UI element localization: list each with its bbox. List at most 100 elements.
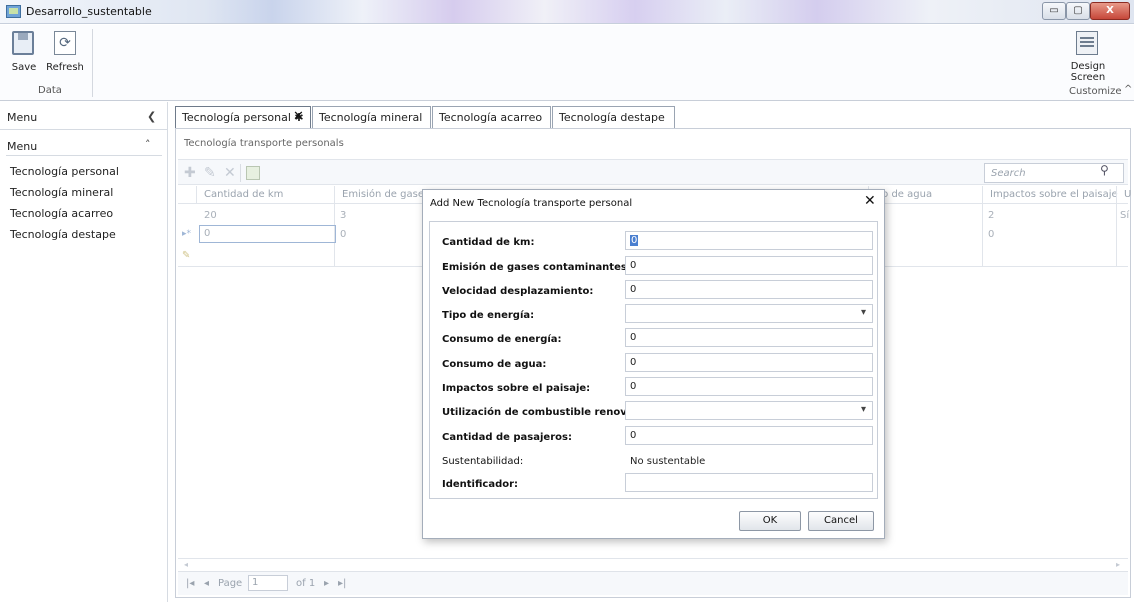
- window-title: Desarrollo_sustentable: [26, 5, 152, 18]
- field-label: Consumo de agua:: [442, 359, 547, 370]
- sidebar-item-label: Tecnología acarreo: [10, 207, 114, 220]
- chevron-left-icon[interactable]: ❮: [147, 110, 156, 123]
- close-icon[interactable]: ✕: [293, 109, 304, 124]
- page-number-input[interactable]: 1: [248, 575, 288, 591]
- sidebar-item-label: Tecnología destape: [10, 228, 116, 241]
- sidebar-item-tecnologia-destape[interactable]: Tecnología destape: [8, 225, 158, 245]
- new-row-indicator-icon: ▸*: [182, 229, 192, 239]
- ribbon-divider: [92, 29, 93, 97]
- design-label-line1: Design: [1070, 61, 1106, 72]
- field-label: Emisión de gases contaminantes:: [442, 262, 631, 273]
- velocidad-input[interactable]: 0: [625, 280, 873, 299]
- column-header-impactos[interactable]: Impactos sobre el paisaje: [982, 186, 1118, 204]
- consumo-agua-input[interactable]: 0: [625, 353, 873, 372]
- pager: |◂ ◂ Page 1 of 1 ▸ ▸|: [178, 571, 1128, 595]
- form-row-consumo-energia: Consumo de energía: 0: [442, 328, 873, 350]
- cell-value: 0: [204, 228, 211, 239]
- cancel-button[interactable]: Cancel: [808, 511, 874, 531]
- save-button[interactable]: Save: [4, 29, 44, 79]
- sidebar-item-tecnologia-mineral[interactable]: Tecnología mineral: [8, 183, 158, 203]
- horizontal-scrollbar[interactable]: ◂ ▸: [178, 558, 1128, 570]
- form-row-impactos-paisaje: Impactos sobre el paisaje: 0: [442, 377, 873, 399]
- tipo-energia-select[interactable]: [625, 304, 873, 323]
- last-page-icon[interactable]: ▸|: [338, 578, 346, 589]
- field-label: Cantidad de km:: [442, 237, 535, 248]
- add-icon[interactable]: ✚: [184, 165, 196, 181]
- ribbon-collapse-icon[interactable]: ^: [1124, 84, 1132, 95]
- tab-tecnologia-acarreo[interactable]: Tecnología acarreo: [432, 106, 551, 128]
- table-cell[interactable]: 20: [204, 210, 217, 221]
- sidebar: Menu ❮ Menu ˄ Tecnología personal Tecnol…: [0, 102, 168, 602]
- cantidad-pasajeros-input[interactable]: 0: [625, 426, 873, 445]
- previous-page-icon[interactable]: ◂: [204, 578, 209, 589]
- form-row-emision-gases: Emisión de gases contaminantes: 0: [442, 256, 873, 278]
- first-page-icon[interactable]: |◂: [186, 578, 194, 589]
- field-label: Velocidad desplazamiento:: [442, 286, 594, 297]
- column-header-emision[interactable]: Emisión de gases co: [334, 186, 444, 204]
- sidebar-item-tecnologia-acarreo[interactable]: Tecnología acarreo: [8, 204, 158, 224]
- table-cell[interactable]: 0: [988, 229, 994, 240]
- close-icon[interactable]: ✕: [864, 193, 876, 209]
- column-header-cantidad-km[interactable]: Cantidad de km: [196, 186, 334, 204]
- cantidad-km-input[interactable]: 0: [625, 231, 873, 250]
- data-group-label: Data: [38, 85, 62, 96]
- close-button[interactable]: X: [1090, 2, 1130, 20]
- identificador-input[interactable]: [625, 473, 873, 492]
- table-cell[interactable]: 2: [988, 210, 994, 221]
- customize-group-label: Customize: [1069, 86, 1122, 97]
- grid-toolbar: ✚ ✎ ✕ Search ⚲: [178, 159, 1128, 185]
- design-screen-button[interactable]: Design Screen: [1064, 29, 1112, 83]
- refresh-button[interactable]: ⟳ Refresh: [42, 29, 88, 79]
- maximize-button[interactable]: ▢: [1066, 2, 1090, 20]
- column-header-label: Cantidad de km: [204, 189, 284, 200]
- table-cell[interactable]: 0: [340, 229, 346, 240]
- add-new-dialog: Add New Tecnología transporte personal ✕…: [422, 189, 885, 539]
- sidebar-item-label: Tecnología personal: [10, 165, 119, 178]
- sidebar-header: Menu ❮: [0, 102, 168, 130]
- menu-group-label: Menu: [7, 140, 38, 153]
- column-header-consumo-agua[interactable]: eo de agua: [868, 186, 982, 204]
- column-header-label: U: [1124, 189, 1132, 200]
- save-icon: [12, 31, 34, 55]
- tab-tecnologia-destape[interactable]: Tecnología destape: [552, 106, 675, 128]
- next-page-icon[interactable]: ▸: [324, 578, 329, 589]
- field-value: 0: [630, 235, 639, 246]
- tab-tecnologia-personal[interactable]: Tecnología personal ✱ ✕: [175, 106, 311, 128]
- edit-icon[interactable]: ✎: [204, 165, 216, 181]
- dialog-form: Cantidad de km: 0 Emisión de gases conta…: [429, 221, 878, 499]
- title-bar: Desarrollo_sustentable ▭ ▢ X: [0, 0, 1134, 24]
- impactos-paisaje-input[interactable]: 0: [625, 377, 873, 396]
- column-header-utilizacion[interactable]: U: [1116, 186, 1132, 204]
- add-row-icon[interactable]: ✎: [182, 250, 190, 261]
- search-icon[interactable]: ⚲: [1100, 163, 1109, 177]
- content-title: Tecnología transporte personals: [184, 138, 344, 149]
- chevron-up-icon[interactable]: ˄: [145, 138, 151, 151]
- field-label: Utilización de combustible renovable:: [442, 407, 655, 418]
- sidebar-header-label: Menu: [7, 111, 38, 124]
- field-label: Cantidad de pasajeros:: [442, 432, 572, 443]
- combustible-renovable-select[interactable]: [625, 401, 873, 420]
- toolbar-divider: [240, 164, 241, 182]
- tab-label: Tecnología acarreo: [439, 111, 543, 124]
- tab-label: Tecnología mineral: [319, 111, 423, 124]
- field-label: Impactos sobre el paisaje:: [442, 383, 591, 394]
- sustentabilidad-value: No sustentable: [630, 456, 706, 467]
- field-label: Sustentabilidad:: [442, 456, 524, 467]
- minimize-button[interactable]: ▭: [1042, 2, 1066, 20]
- table-cell[interactable]: 3: [340, 210, 346, 221]
- export-excel-icon[interactable]: [246, 166, 260, 180]
- menu-group-header[interactable]: Menu ˄: [6, 134, 162, 156]
- consumo-energia-input[interactable]: 0: [625, 328, 873, 347]
- scroll-left-icon[interactable]: ◂: [184, 560, 188, 569]
- form-row-tipo-energia: Tipo de energía:: [442, 304, 873, 326]
- table-cell-editing[interactable]: 0: [199, 225, 336, 243]
- table-cell[interactable]: Sí: [1120, 210, 1129, 221]
- sidebar-item-tecnologia-personal[interactable]: Tecnología personal: [8, 162, 158, 182]
- delete-icon[interactable]: ✕: [224, 165, 236, 181]
- scroll-right-icon[interactable]: ▸: [1116, 560, 1120, 569]
- save-label: Save: [11, 62, 37, 73]
- emision-gases-input[interactable]: 0: [625, 256, 873, 275]
- tab-tecnologia-mineral[interactable]: Tecnología mineral: [312, 106, 431, 128]
- page-label: Page: [218, 578, 243, 589]
- ok-button[interactable]: OK: [739, 511, 801, 531]
